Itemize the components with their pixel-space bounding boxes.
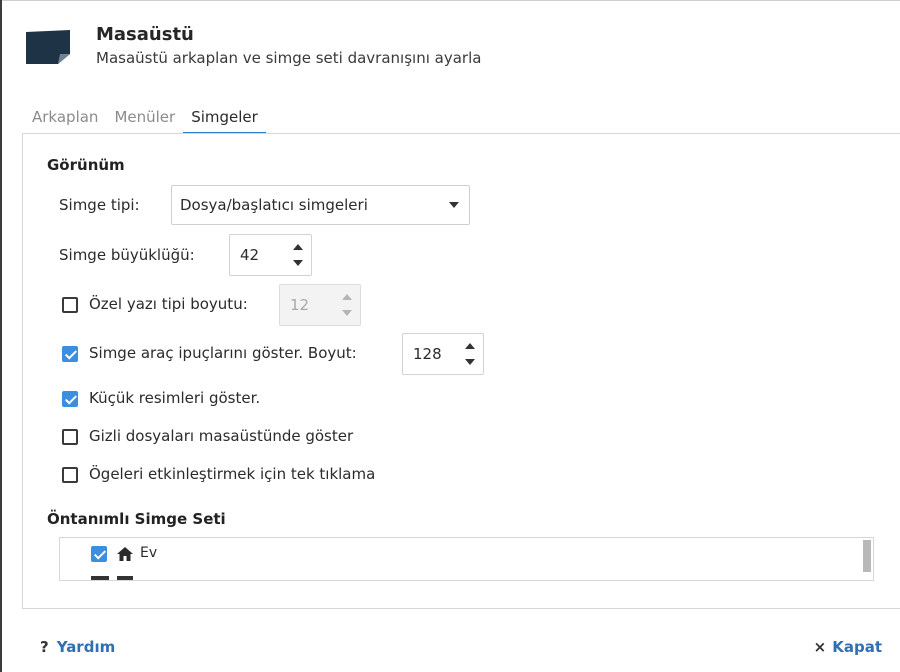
list-scrollbar[interactable] bbox=[863, 540, 871, 572]
icon-size-label: Simge büyüklüğü: bbox=[59, 246, 195, 264]
decrement-arrow-icon[interactable] bbox=[293, 260, 303, 266]
increment-arrow-icon[interactable] bbox=[293, 244, 303, 250]
page-title: Masaüstü bbox=[96, 24, 194, 45]
help-icon: ? bbox=[40, 638, 49, 656]
tooltip-size-spinner[interactable]: 128 bbox=[402, 333, 484, 375]
increment-arrow-icon[interactable] bbox=[342, 294, 352, 300]
icon-size-spinner[interactable]: 42 bbox=[229, 234, 312, 276]
icon-type-select[interactable]: Dosya/başlatıcı simgeleri bbox=[171, 185, 470, 225]
single-click-checkbox[interactable] bbox=[62, 467, 78, 483]
hidden-files-label: Gizli dosyaları masaüstünde göster bbox=[89, 427, 354, 445]
hidden-files-checkbox[interactable] bbox=[62, 429, 78, 445]
chevron-down-icon bbox=[449, 202, 459, 208]
icon-type-value: Dosya/başlatıcı simgeleri bbox=[180, 196, 368, 214]
desktop-icon bbox=[26, 30, 70, 64]
close-label: Kapat bbox=[832, 638, 882, 656]
icons-settings-panel: Görünüm Simge tipi: Dosya/başlatıcı simg… bbox=[22, 133, 900, 609]
window-top-border bbox=[0, 0, 900, 1]
decrement-arrow-icon[interactable] bbox=[342, 310, 352, 316]
help-button[interactable]: ? Yardım bbox=[40, 638, 115, 656]
home-item-label: Ev bbox=[140, 545, 158, 561]
increment-arrow-icon[interactable] bbox=[465, 343, 475, 349]
tab-menus[interactable]: Menüler bbox=[106, 100, 183, 134]
list-item-icon-partial bbox=[117, 576, 133, 580]
custom-font-size-label: Özel yazı tipi boyutu: bbox=[89, 295, 248, 313]
custom-font-size-value: 12 bbox=[290, 296, 310, 314]
thumbnails-label: Küçük resimleri göster. bbox=[89, 389, 261, 407]
home-item-checkbox[interactable] bbox=[91, 546, 107, 562]
icon-type-label: Simge tipi: bbox=[59, 196, 140, 214]
window-left-border bbox=[0, 0, 2, 672]
appearance-section-title: Görünüm bbox=[47, 156, 125, 174]
icon-size-value: 42 bbox=[240, 246, 260, 264]
home-icon bbox=[117, 547, 133, 561]
custom-font-size-checkbox[interactable] bbox=[62, 297, 78, 313]
tab-icons[interactable]: Simgeler bbox=[183, 100, 266, 134]
tab-bar: Arkaplan Menüler Simgeler bbox=[24, 100, 266, 134]
decrement-arrow-icon[interactable] bbox=[465, 359, 475, 365]
help-label: Yardım bbox=[56, 638, 116, 656]
thumbnails-checkbox[interactable] bbox=[62, 391, 78, 407]
close-button[interactable]: × Kapat bbox=[814, 638, 882, 656]
close-icon: × bbox=[813, 638, 827, 656]
single-click-label: Ögeleri etkinleştirmek için tek tıklama bbox=[89, 465, 376, 483]
custom-font-size-spinner[interactable]: 12 bbox=[279, 284, 361, 326]
tooltips-checkbox[interactable] bbox=[62, 346, 78, 362]
default-icons-section-title: Öntanımlı Simge Seti bbox=[47, 510, 226, 528]
list-item-checkbox-partial bbox=[91, 576, 109, 580]
default-icons-list[interactable]: Ev bbox=[59, 537, 874, 581]
tab-background[interactable]: Arkaplan bbox=[24, 100, 106, 134]
tooltips-label: Simge araç ipuçlarını göster. Boyut: bbox=[89, 344, 357, 362]
tooltip-size-value: 128 bbox=[413, 345, 442, 363]
page-subtitle: Masaüstü arkaplan ve simge seti davranış… bbox=[96, 49, 482, 67]
